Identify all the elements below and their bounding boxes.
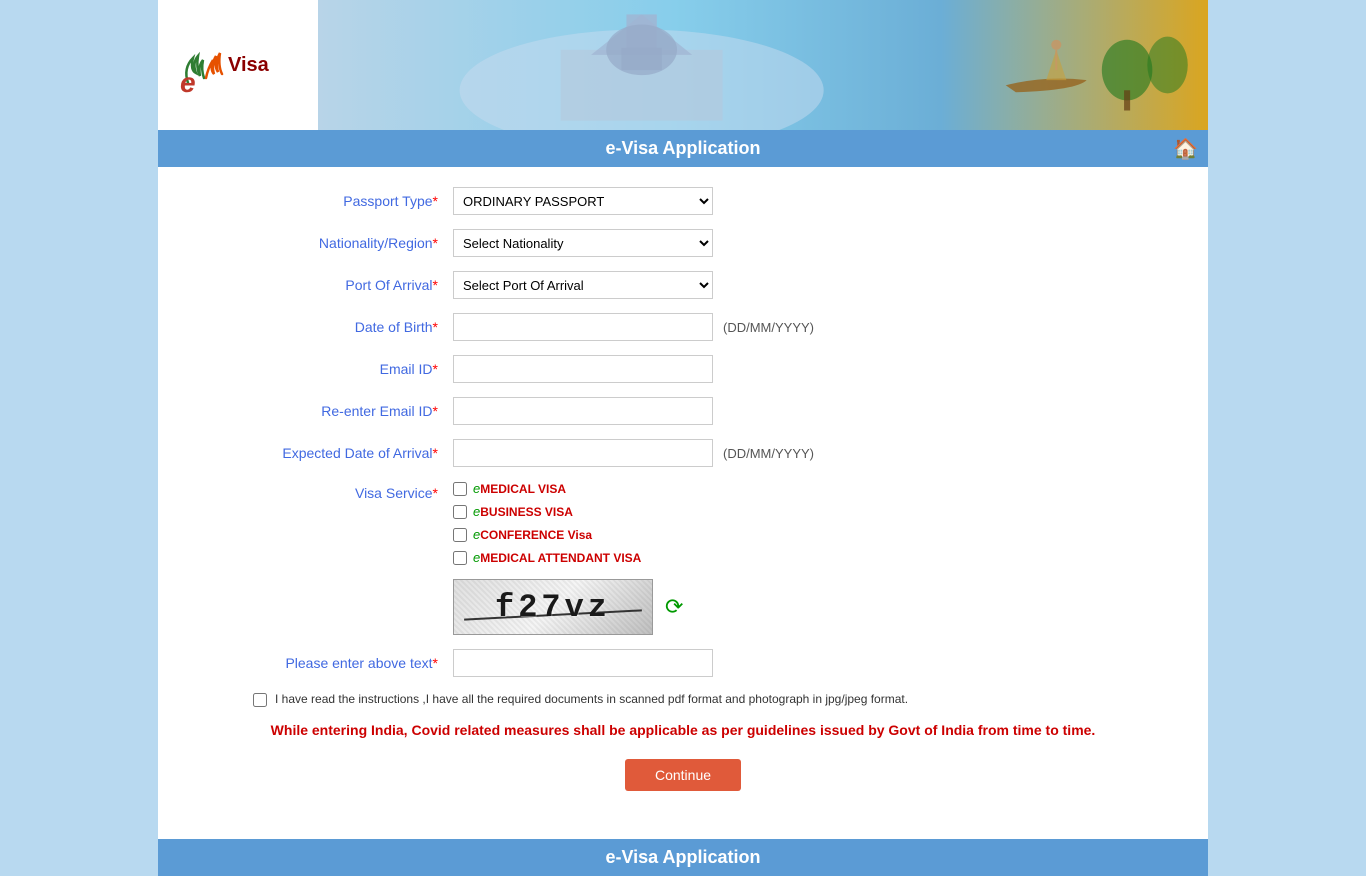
dob-hint: (DD/MM/YYYY)	[723, 320, 814, 335]
page-title: e-Visa Application	[605, 138, 760, 159]
captcha-input-row: Please enter above text*	[233, 649, 1133, 677]
visa-option-emedical: eMEDICAL VISA	[453, 481, 683, 496]
emedicalattendant-checkbox[interactable]	[453, 551, 467, 565]
expected-arrival-hint: (DD/MM/YYYY)	[723, 446, 814, 461]
re-email-label: Re-enter Email ID*	[233, 403, 453, 419]
re-email-row: Re-enter Email ID*	[233, 397, 1133, 425]
agreement-checkbox[interactable]	[253, 693, 267, 707]
email-row: Email ID*	[233, 355, 1133, 383]
expected-arrival-row: Expected Date of Arrival* (DD/MM/YYYY)	[233, 439, 1133, 467]
visa-service-row: Visa Service* eMEDICAL VISA eBUSINESS VI…	[233, 481, 1133, 635]
covid-notice: While entering India, Covid related meas…	[253, 720, 1113, 741]
expected-arrival-label: Expected Date of Arrival*	[233, 445, 453, 461]
visa-service-label: Visa Service*	[233, 481, 453, 501]
dob-input[interactable]	[453, 313, 713, 341]
logo-visa-text: Visa	[228, 54, 269, 77]
passport-type-row: Passport Type* ORDINARY PASSPORT OFFICIA…	[233, 187, 1133, 215]
emedicalattendant-label: eMEDICAL ATTENDANT VISA	[473, 550, 641, 565]
email-label: Email ID*	[233, 361, 453, 377]
nationality-select[interactable]: Select Nationality	[453, 229, 713, 257]
re-email-input[interactable]	[453, 397, 713, 425]
econference-checkbox[interactable]	[453, 528, 467, 542]
refresh-captcha-icon[interactable]: ⟳	[665, 594, 683, 620]
banner-image	[318, 0, 1208, 130]
title-bar: e-Visa Application 🏠	[158, 130, 1208, 167]
logo-icon: e	[178, 38, 228, 93]
logo: e Visa	[178, 38, 269, 93]
email-input[interactable]	[453, 355, 713, 383]
ebusiness-label: eBUSINESS VISA	[473, 504, 573, 519]
nationality-label: Nationality/Region*	[233, 235, 453, 251]
emedical-label: eMEDICAL VISA	[473, 481, 566, 496]
form-container: Passport Type* ORDINARY PASSPORT OFFICIA…	[233, 187, 1133, 791]
econference-label: eCONFERENCE Visa	[473, 527, 592, 542]
visa-option-emedicalattendant: eMEDICAL ATTENDANT VISA	[453, 550, 683, 565]
visa-service-options: eMEDICAL VISA eBUSINESS VISA eCONFERENCE…	[453, 481, 683, 635]
visa-option-econference: eCONFERENCE Visa	[453, 527, 683, 542]
captcha-input-label: Please enter above text*	[233, 655, 453, 671]
svg-text:e: e	[180, 67, 196, 93]
port-arrival-label: Port Of Arrival*	[233, 277, 453, 293]
captcha-image: f27vz	[453, 579, 653, 635]
footer-title: e-Visa Application	[605, 847, 760, 867]
passport-type-label: Passport Type*	[233, 193, 453, 209]
banner-svg	[318, 0, 1208, 130]
expected-arrival-input[interactable]	[453, 439, 713, 467]
port-arrival-select[interactable]: Select Port Of Arrival	[453, 271, 713, 299]
main-content: Passport Type* ORDINARY PASSPORT OFFICIA…	[158, 167, 1208, 839]
header: e Visa	[158, 0, 1208, 130]
captcha-container: f27vz ⟳	[453, 579, 683, 635]
emedical-checkbox[interactable]	[453, 482, 467, 496]
continue-button[interactable]: Continue	[625, 759, 741, 791]
nationality-row: Nationality/Region* Select Nationality	[233, 229, 1133, 257]
continue-row: Continue	[233, 759, 1133, 791]
dob-label: Date of Birth*	[233, 319, 453, 335]
dob-row: Date of Birth* (DD/MM/YYYY)	[233, 313, 1133, 341]
logo-area: e Visa	[158, 0, 318, 130]
ebusiness-checkbox[interactable]	[453, 505, 467, 519]
visa-label: Visa	[228, 54, 269, 76]
port-arrival-row: Port Of Arrival* Select Port Of Arrival	[233, 271, 1133, 299]
captcha-input[interactable]	[453, 649, 713, 677]
footer-bar: e-Visa Application	[158, 839, 1208, 876]
visa-option-ebusiness: eBUSINESS VISA	[453, 504, 683, 519]
agreement-row: I have read the instructions ,I have all…	[233, 691, 1133, 708]
home-icon[interactable]: 🏠	[1173, 136, 1198, 161]
agreement-text: I have read the instructions ,I have all…	[275, 691, 908, 708]
captcha-text: f27vz	[495, 589, 611, 626]
passport-type-select[interactable]: ORDINARY PASSPORT OFFICIAL PASSPORT DIPL…	[453, 187, 713, 215]
